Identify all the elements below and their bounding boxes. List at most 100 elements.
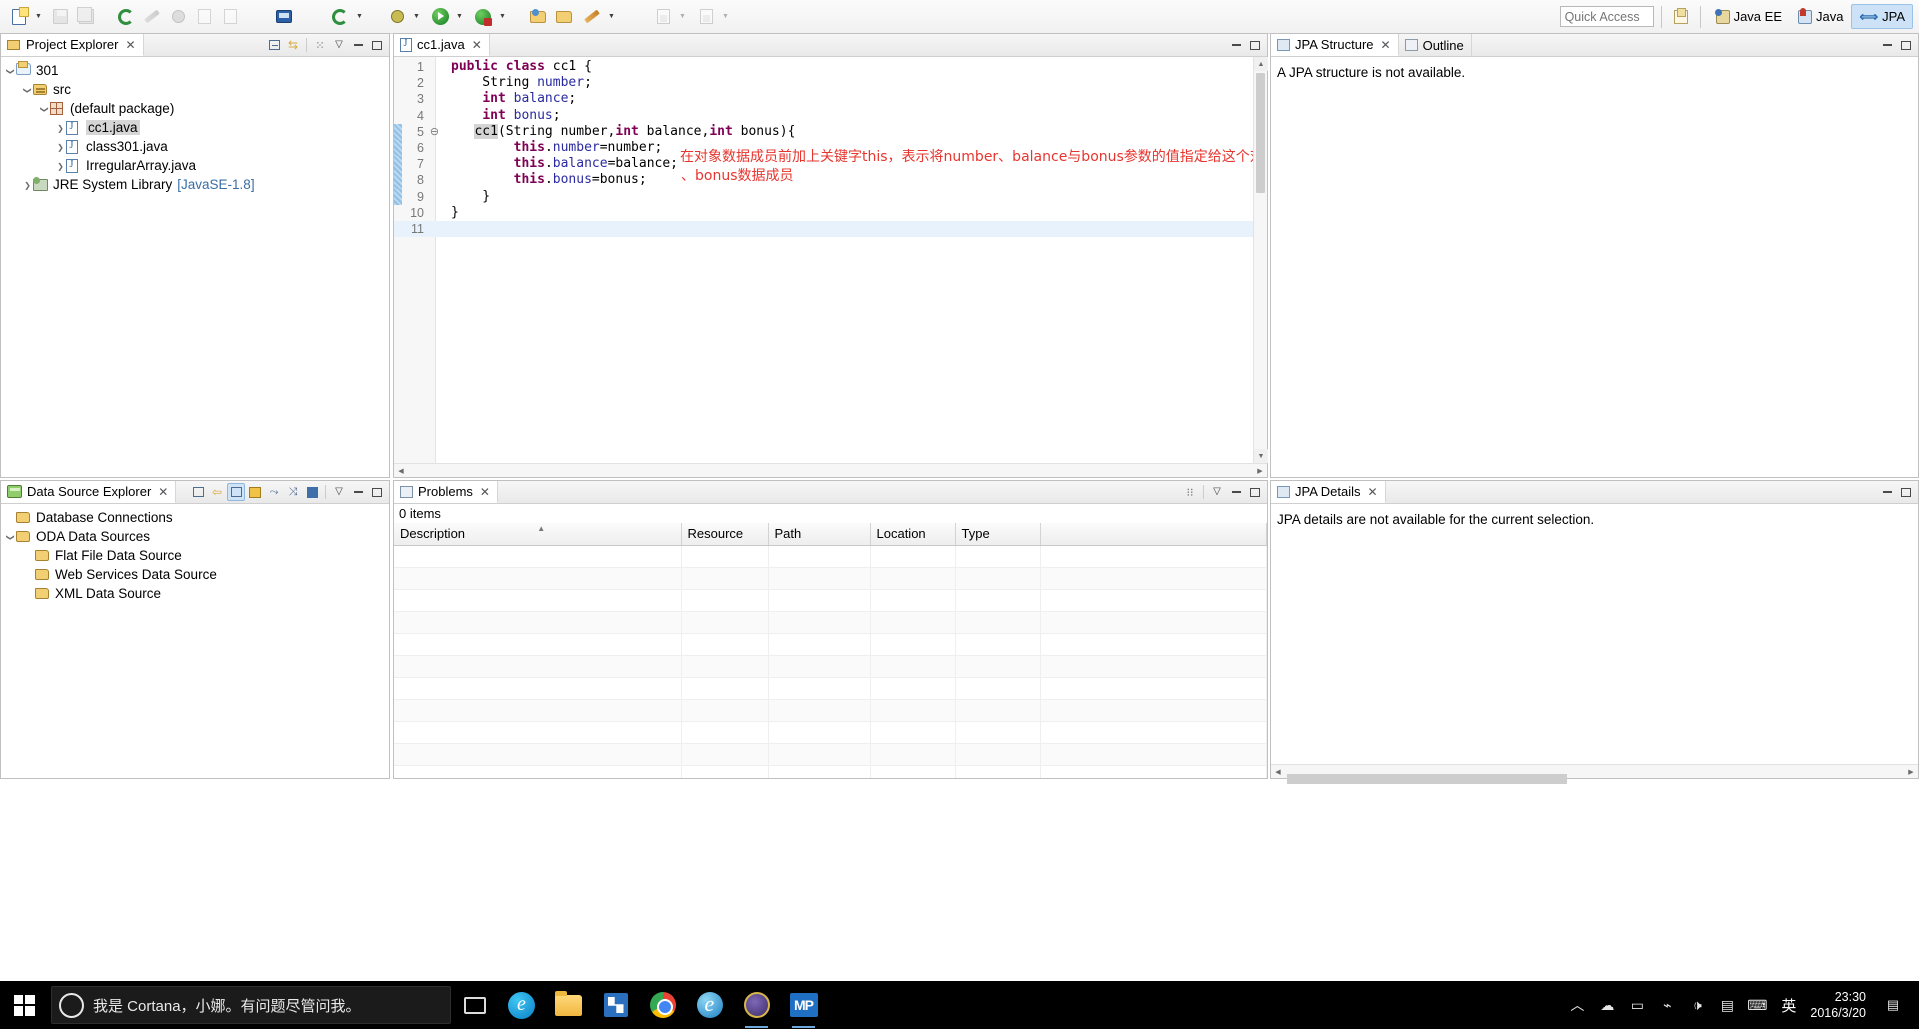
taskbar-task-view-button[interactable]: [451, 981, 498, 1029]
cloud-icon[interactable]: ☁: [1593, 981, 1621, 1029]
keyboard-icon[interactable]: ⌨: [1743, 981, 1771, 1029]
ime-language-indicator[interactable]: 英: [1773, 995, 1804, 1016]
open-folder-button[interactable]: [551, 4, 577, 30]
notification-center-button[interactable]: ▤: [1880, 981, 1906, 1029]
fold-toggle-icon[interactable]: ⊖: [429, 124, 440, 140]
column-header-description[interactable]: ▲ Description: [394, 523, 682, 546]
twisty-icon[interactable]: [55, 142, 66, 152]
save-all-button[interactable]: [73, 4, 99, 30]
volume-icon[interactable]: 🕩: [1683, 981, 1711, 1029]
problems-table-wrap[interactable]: ▲ Description Resource Path Location Typ…: [394, 523, 1267, 778]
collapse-all-button[interactable]: [265, 36, 283, 54]
open-table-button[interactable]: [191, 4, 217, 30]
show-desktop-button[interactable]: [1908, 981, 1915, 1029]
show-hidden-icons-button[interactable]: ︿: [1563, 981, 1591, 1029]
tree-item-jre-library[interactable]: JRE System Library [JavaSE-1.8]: [1, 175, 389, 194]
code-line[interactable]: 4 int bonus;: [394, 108, 1253, 124]
taskbar-file-explorer-button[interactable]: [545, 981, 592, 1029]
new-package-button[interactable]: [525, 4, 551, 30]
new-button[interactable]: [6, 4, 32, 30]
previous-annotation-dropdown-arrow[interactable]: ▼: [719, 4, 732, 30]
link-with-editor-button[interactable]: ⇆: [284, 36, 302, 54]
quick-access-input[interactable]: [1559, 6, 1654, 27]
battery-icon[interactable]: ▭: [1623, 981, 1651, 1029]
tree-item[interactable]: src: [1, 80, 389, 99]
tab-cc1-java[interactable]: cc1.java ✕: [394, 34, 490, 56]
run-button[interactable]: [427, 4, 453, 30]
scroll-right-arrow[interactable]: ▶: [1904, 765, 1918, 779]
maximize-button[interactable]: [1246, 483, 1264, 501]
debug-button[interactable]: [384, 4, 410, 30]
table-row[interactable]: [394, 567, 1267, 590]
scroll-up-arrow[interactable]: ▲: [1254, 57, 1268, 71]
code-area[interactable]: 1 public class cc1 {2 String number; 3 int…: [394, 57, 1253, 463]
editor-vertical-scrollbar[interactable]: ▲ ▼: [1253, 57, 1268, 463]
perspective-tab-jpa[interactable]: ⟺ JPA: [1851, 4, 1913, 29]
tree-item-xml-data-source[interactable]: XML Data Source: [1, 584, 389, 603]
scroll-right-arrow[interactable]: ▶: [1253, 464, 1267, 478]
cortana-search-box[interactable]: 我是 Cortana，小娜。有问题尽管问我。: [51, 986, 451, 1024]
table-row[interactable]: [394, 677, 1267, 700]
filters-button[interactable]: ⁝⁝: [1181, 483, 1199, 501]
save-button[interactable]: [47, 4, 73, 30]
tree-item-irregulararray-java[interactable]: IrregularArray.java: [1, 156, 389, 175]
close-icon[interactable]: ✕: [125, 38, 135, 52]
new-jpa-entity-button[interactable]: [113, 4, 139, 30]
twisty-icon[interactable]: [5, 66, 16, 76]
taskbar-edge-button[interactable]: [498, 981, 545, 1029]
table-row[interactable]: [394, 743, 1267, 766]
taskbar-eclipse-button[interactable]: [733, 981, 780, 1029]
project-explorer-tree[interactable]: 301 src (default package) cc1.java class: [1, 57, 389, 194]
column-header-location[interactable]: Location: [870, 523, 956, 546]
tab-outline[interactable]: Outline: [1399, 34, 1472, 56]
minimize-button[interactable]: [1227, 36, 1245, 54]
generate-entities-button[interactable]: [139, 4, 165, 30]
open-perspective-button[interactable]: [1669, 5, 1693, 29]
code-line[interactable]: 10}: [394, 205, 1253, 221]
table-row[interactable]: [394, 633, 1267, 656]
close-icon[interactable]: ✕: [472, 38, 482, 52]
view-menu-button[interactable]: ⁙: [311, 36, 329, 54]
twisty-icon[interactable]: [5, 532, 16, 542]
new-connection-button[interactable]: [246, 483, 264, 501]
twisty-icon[interactable]: [55, 123, 66, 133]
perspective-tab-java-ee[interactable]: Java EE: [1708, 4, 1790, 29]
new-dropdown-arrow[interactable]: ▼: [32, 4, 45, 30]
tree-item[interactable]: 301: [1, 61, 389, 80]
tree-item-web-services-data-source[interactable]: Web Services Data Source: [1, 565, 389, 584]
minimize-button[interactable]: [349, 36, 367, 54]
minimize-button[interactable]: [1878, 483, 1896, 501]
open-console-button[interactable]: [271, 4, 297, 30]
tab-jpa-structure[interactable]: JPA Structure ✕: [1271, 34, 1399, 56]
close-icon[interactable]: ✕: [158, 485, 168, 499]
taskbar-chrome-button[interactable]: [639, 981, 686, 1029]
scrollbar-thumb[interactable]: [1287, 773, 1567, 784]
edit-button[interactable]: [579, 4, 605, 30]
tree-item[interactable]: (default package): [1, 99, 389, 118]
table-row[interactable]: [394, 545, 1267, 568]
scroll-left-arrow[interactable]: ◀: [394, 464, 408, 478]
open-type-button[interactable]: [217, 4, 243, 30]
run-server-dropdown-arrow[interactable]: ▼: [496, 4, 509, 30]
new-java-class-button[interactable]: [327, 4, 353, 30]
table-row[interactable]: [394, 611, 1267, 634]
view-menu-arrow[interactable]: ▽: [330, 36, 348, 54]
minimize-button[interactable]: [1227, 483, 1245, 501]
twisty-icon[interactable]: [55, 161, 66, 171]
code-line[interactable]: 11: [394, 220, 1253, 238]
data-source-tree[interactable]: Database Connections ODA Data Sources Fl…: [1, 504, 389, 603]
jpa-tools-button[interactable]: [165, 4, 191, 30]
debug-dropdown-arrow[interactable]: ▼: [410, 4, 423, 30]
next-annotation-button[interactable]: [650, 4, 676, 30]
column-header-type[interactable]: Type: [955, 523, 1041, 546]
editor-horizontal-scrollbar[interactable]: ◀ ▶: [394, 463, 1267, 477]
scrollbar-thumb[interactable]: [1256, 73, 1265, 193]
tree-item-oda-data-sources[interactable]: ODA Data Sources: [1, 527, 389, 546]
start-button[interactable]: [0, 981, 48, 1029]
disconnect-button[interactable]: ⤨: [284, 483, 302, 501]
perspective-tab-java[interactable]: Java: [1790, 4, 1851, 29]
code-line[interactable]: 1 public class cc1 {: [394, 59, 1253, 75]
twisty-icon[interactable]: [22, 85, 33, 95]
tab-jpa-details[interactable]: JPA Details ✕: [1271, 481, 1386, 503]
close-icon[interactable]: ✕: [1381, 38, 1391, 52]
